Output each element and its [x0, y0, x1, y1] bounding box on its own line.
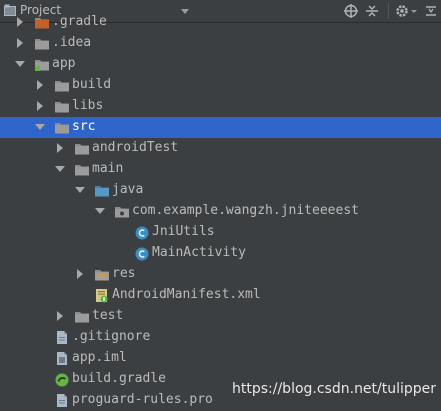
module-folder-icon: [35, 60, 49, 71]
expanded-arrow-icon[interactable]: [35, 122, 45, 132]
folder-gradle-icon: [35, 18, 49, 29]
folder-icon: [35, 39, 49, 50]
tree-item-test[interactable]: test: [0, 306, 441, 327]
tree-item-app[interactable]: app: [0, 54, 441, 75]
tree-item-label: com.example.wangzh.jniteeeest: [132, 203, 359, 218]
iml-file-icon: [57, 352, 67, 365]
tree-item-label: app.iml: [72, 350, 127, 365]
tree-item-label: build: [72, 77, 112, 92]
folder-icon: [55, 102, 69, 113]
expanded-arrow-icon[interactable]: [95, 206, 105, 216]
tree-item-build[interactable]: build: [0, 75, 441, 96]
folder-icon: [75, 165, 89, 176]
tree-item-app-iml[interactable]: app.iml: [0, 348, 441, 369]
tree-item-label: build.gradle: [72, 371, 166, 386]
class-icon: [135, 226, 149, 240]
folder-icon: [55, 123, 69, 134]
expanded-arrow-icon[interactable]: [55, 164, 65, 174]
tree-item-label: MainActivity: [152, 245, 246, 260]
watermark-text: https://blog.csdn.net/tulipper: [232, 381, 437, 397]
gradle-file-icon: [55, 373, 69, 387]
class-icon: [135, 247, 149, 261]
tree-item-label: .gitignore: [72, 329, 151, 344]
tree-item-idea[interactable]: .idea: [0, 33, 441, 54]
tree-item-src[interactable]: src: [0, 117, 441, 138]
tree-item-label: .gradle: [52, 14, 107, 29]
tree-item-label: .idea: [52, 35, 92, 50]
tree-item-label: res: [112, 266, 136, 281]
collapsed-arrow-icon[interactable]: [75, 269, 85, 279]
tree-item-label: test: [92, 308, 124, 323]
tree-item-gradle[interactable]: .gradle: [0, 12, 441, 33]
tree-item-label: src: [72, 119, 96, 134]
tree-item-androidtest[interactable]: androidTest: [0, 138, 441, 159]
tree-item-main[interactable]: main: [0, 159, 441, 180]
tree-item-res[interactable]: res: [0, 264, 441, 285]
tree-item-label: java: [112, 182, 144, 197]
resources-folder-icon: [95, 270, 109, 281]
collapsed-arrow-icon[interactable]: [15, 38, 25, 48]
tree-item-label: JniUtils: [152, 224, 215, 239]
collapsed-arrow-icon[interactable]: [55, 143, 65, 153]
folder-icon: [75, 312, 89, 323]
text-file-icon: [57, 394, 67, 407]
collapsed-arrow-icon[interactable]: [35, 101, 45, 111]
expanded-arrow-icon[interactable]: [75, 185, 85, 195]
manifest-icon: [96, 289, 108, 303]
tree-item-label: libs: [72, 98, 104, 113]
tree-item-gitignore[interactable]: .gitignore: [0, 327, 441, 348]
tree-item-label: proguard-rules.pro: [72, 392, 213, 407]
collapsed-arrow-icon[interactable]: [55, 311, 65, 321]
package-icon: [115, 207, 129, 218]
tree-item-androidmanifest-xml[interactable]: AndroidManifest.xml: [0, 285, 441, 306]
collapsed-arrow-icon[interactable]: [35, 80, 45, 90]
text-file-icon: [57, 331, 67, 344]
tree-item-label: androidTest: [92, 140, 179, 155]
source-folder-icon: [95, 186, 109, 197]
collapsed-arrow-icon[interactable]: [15, 17, 25, 27]
folder-icon: [55, 81, 69, 92]
tree-item-mainactivity[interactable]: MainActivity: [0, 243, 441, 264]
folder-icon: [75, 144, 89, 155]
expanded-arrow-icon[interactable]: [15, 59, 25, 69]
tree-item-jniutils[interactable]: JniUtils: [0, 222, 441, 243]
tree-item-label: AndroidManifest.xml: [112, 287, 261, 302]
tree-item-label: app: [52, 56, 76, 71]
tree-item-label: main: [92, 161, 124, 176]
tree-item-libs[interactable]: libs: [0, 96, 441, 117]
tree-item-com-example-wangzh-jniteeeest[interactable]: com.example.wangzh.jniteeeest: [0, 201, 441, 222]
tree-item-java[interactable]: java: [0, 180, 441, 201]
